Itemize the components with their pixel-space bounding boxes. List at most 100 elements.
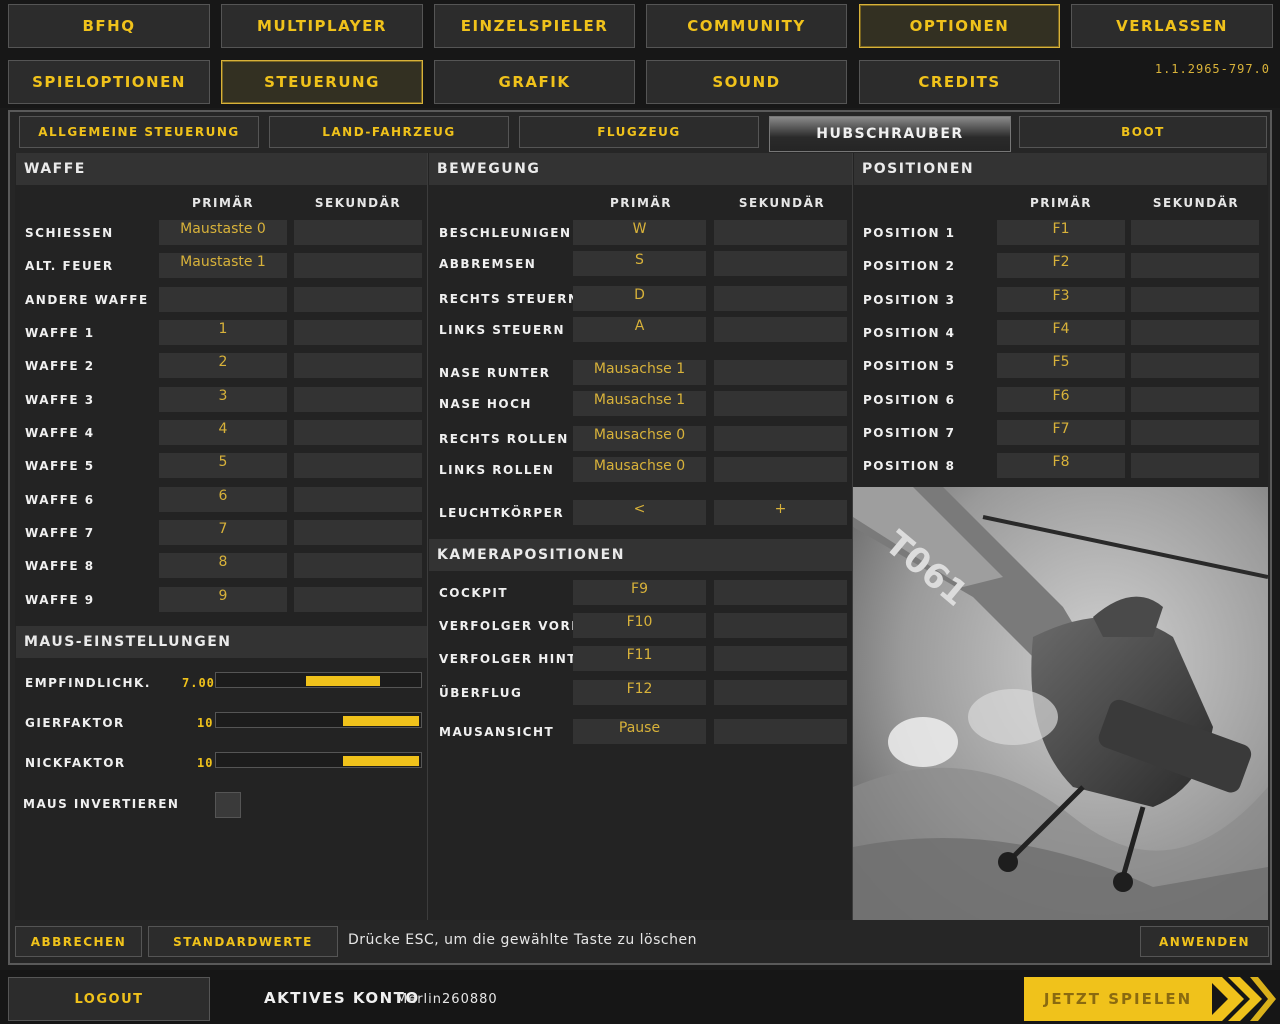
jetzt-spielen-button[interactable]: JETZT SPIELEN	[1024, 977, 1212, 1021]
subnav-credits[interactable]: CREDITS	[859, 60, 1060, 104]
kamera-primary-key-verfolger-hinte[interactable]: F11	[573, 646, 706, 671]
waffe-secondary-key-waffe-1[interactable]	[294, 320, 422, 345]
bewegung-primary-key-rechts-steuern[interactable]: D	[573, 286, 706, 311]
bewegung-secondary-key-nase-hoch[interactable]	[714, 391, 847, 416]
tab-flugzeug[interactable]: FLUGZEUG	[519, 116, 759, 148]
bewegung-secondary-key-rechts-steuern[interactable]	[714, 286, 847, 311]
positionen-secondary-key-position-8[interactable]	[1131, 453, 1259, 478]
maus-invertieren-checkbox[interactable]	[215, 792, 241, 818]
positionen-label-position-7: POSITION 7	[863, 426, 956, 440]
waffe-secondary-key-andere-waffe[interactable]	[294, 287, 422, 312]
waffe-secondary-key-waffe-7[interactable]	[294, 520, 422, 545]
kamera-secondary-key-überflug[interactable]	[714, 680, 847, 705]
bewegung-secondary-key-nase-runter[interactable]	[714, 360, 847, 385]
waffe-secondary-key-waffe-9[interactable]	[294, 587, 422, 612]
nickfaktor-slider[interactable]	[215, 752, 422, 768]
positionen-primary-key-position-4[interactable]: F4	[997, 320, 1125, 345]
waffe-secondary-key-alt-feuer[interactable]	[294, 253, 422, 278]
positionen-label-position-1: POSITION 1	[863, 226, 956, 240]
waffe-primary-key-waffe-8[interactable]: 8	[159, 553, 287, 578]
abbrechen-button[interactable]: ABBRECHEN	[15, 926, 142, 957]
waffe-secondary-key-waffe-5[interactable]	[294, 453, 422, 478]
kamera-secondary-key-verfolger-vorne[interactable]	[714, 613, 847, 638]
subnav-steuerung[interactable]: STEUERUNG	[221, 60, 423, 104]
logout-button[interactable]: LOGOUT	[8, 977, 210, 1021]
nav-verlassen[interactable]: VERLASSEN	[1071, 4, 1273, 48]
positionen-primary-key-position-6[interactable]: F6	[997, 387, 1125, 412]
positionen-primary-header: PRIMÄR	[1030, 196, 1092, 210]
subnav-grafik[interactable]: GRAFIK	[434, 60, 635, 104]
waffe-secondary-key-waffe-4[interactable]	[294, 420, 422, 445]
bewegung-secondary-key-links-rollen[interactable]	[714, 457, 847, 482]
waffe-primary-key-schiessen[interactable]: Maustaste 0	[159, 220, 287, 245]
positionen-secondary-key-position-6[interactable]	[1131, 387, 1259, 412]
positionen-secondary-key-position-7[interactable]	[1131, 420, 1259, 445]
waffe-secondary-key-waffe-8[interactable]	[294, 553, 422, 578]
subnav-sound[interactable]: SOUND	[646, 60, 847, 104]
positionen-primary-key-position-2[interactable]: F2	[997, 253, 1125, 278]
nav-einzelspieler[interactable]: EINZELSPIELER	[434, 4, 635, 48]
bewegung-primary-key-nase-runter[interactable]: Mausachse 1	[573, 360, 706, 385]
tab-land-fahrzeug[interactable]: LAND-FAHRZEUG	[269, 116, 509, 148]
waffe-primary-key-waffe-4[interactable]: 4	[159, 420, 287, 445]
positionen-secondary-key-position-1[interactable]	[1131, 220, 1259, 245]
waffe-primary-key-waffe-2[interactable]: 2	[159, 353, 287, 378]
bewegung-primary-key-links-steuern[interactable]: A	[573, 317, 706, 342]
kamera-primary-key-mausansicht[interactable]: Pause	[573, 719, 706, 744]
kamera-secondary-key-mausansicht[interactable]	[714, 719, 847, 744]
standardwerte-button[interactable]: STANDARDWERTE	[148, 926, 338, 957]
kamera-primary-key-cockpit[interactable]: F9	[573, 580, 706, 605]
nav-multiplayer[interactable]: MULTIPLAYER	[221, 4, 423, 48]
kamera-secondary-key-verfolger-hinte[interactable]	[714, 646, 847, 671]
positionen-primary-key-position-7[interactable]: F7	[997, 420, 1125, 445]
kamera-primary-key-überflug[interactable]: F12	[573, 680, 706, 705]
kamera-primary-key-verfolger-vorne[interactable]: F10	[573, 613, 706, 638]
subnav-spieloptionen[interactable]: SPIELOPTIONEN	[8, 60, 210, 104]
sensitivity-slider[interactable]	[215, 672, 422, 688]
bewegung-primary-key-nase-hoch[interactable]: Mausachse 1	[573, 391, 706, 416]
positionen-secondary-key-position-4[interactable]	[1131, 320, 1259, 345]
positionen-primary-key-position-8[interactable]: F8	[997, 453, 1125, 478]
bewegung-secondary-key-beschleunigen[interactable]	[714, 220, 847, 245]
bewegung-secondary-key-abbremsen[interactable]	[714, 251, 847, 276]
tab-boot[interactable]: BOOT	[1019, 116, 1267, 148]
waffe-primary-key-andere-waffe[interactable]	[159, 287, 287, 312]
anwenden-button[interactable]: ANWENDEN	[1140, 926, 1269, 957]
sensitivity-label: EMPFINDLICHK.	[25, 676, 151, 690]
waffe-secondary-key-schiessen[interactable]	[294, 220, 422, 245]
waffe-secondary-key-waffe-6[interactable]	[294, 487, 422, 512]
waffe-primary-key-waffe-3[interactable]: 3	[159, 387, 287, 412]
bewegung-secondary-key-rechts-rollen[interactable]	[714, 426, 847, 451]
gierfaktor-label: GIERFAKTOR	[25, 716, 125, 730]
positionen-secondary-key-position-2[interactable]	[1131, 253, 1259, 278]
waffe-primary-key-waffe-5[interactable]: 5	[159, 453, 287, 478]
positionen-primary-key-position-3[interactable]: F3	[997, 287, 1125, 312]
waffe-secondary-key-waffe-3[interactable]	[294, 387, 422, 412]
nav-community[interactable]: COMMUNITY	[646, 4, 847, 48]
bewegung-primary-key-beschleunigen[interactable]: W	[573, 220, 706, 245]
waffe-primary-key-waffe-9[interactable]: 9	[159, 587, 287, 612]
waffe-primary-key-alt-feuer[interactable]: Maustaste 1	[159, 253, 287, 278]
bewegung-primary-key-rechts-rollen[interactable]: Mausachse 0	[573, 426, 706, 451]
positionen-secondary-key-position-3[interactable]	[1131, 287, 1259, 312]
play-chevrons-icon[interactable]	[1206, 977, 1276, 1021]
positionen-secondary-key-position-5[interactable]	[1131, 353, 1259, 378]
waffe-primary-header: PRIMÄR	[192, 196, 254, 210]
tab-hubschrauber[interactable]: HUBSCHRAUBER	[769, 116, 1011, 152]
bewegung-secondary-key-leuchtkörper[interactable]: +	[714, 500, 847, 525]
kamera-secondary-key-cockpit[interactable]	[714, 580, 847, 605]
positionen-primary-key-position-1[interactable]: F1	[997, 220, 1125, 245]
waffe-primary-key-waffe-7[interactable]: 7	[159, 520, 287, 545]
gierfaktor-slider[interactable]	[215, 712, 422, 728]
positionen-primary-key-position-5[interactable]: F5	[997, 353, 1125, 378]
bewegung-primary-key-links-rollen[interactable]: Mausachse 0	[573, 457, 706, 482]
waffe-primary-key-waffe-1[interactable]: 1	[159, 320, 287, 345]
nav-optionen[interactable]: OPTIONEN	[859, 4, 1060, 48]
tab-allgemeine-steuerung[interactable]: ALLGEMEINE STEUERUNG	[19, 116, 259, 148]
nav-bfhq[interactable]: BFHQ	[8, 4, 210, 48]
bewegung-primary-key-abbremsen[interactable]: S	[573, 251, 706, 276]
waffe-secondary-key-waffe-2[interactable]	[294, 353, 422, 378]
bewegung-secondary-key-links-steuern[interactable]	[714, 317, 847, 342]
waffe-primary-key-waffe-6[interactable]: 6	[159, 487, 287, 512]
bewegung-primary-key-leuchtkörper[interactable]: <	[573, 500, 706, 525]
